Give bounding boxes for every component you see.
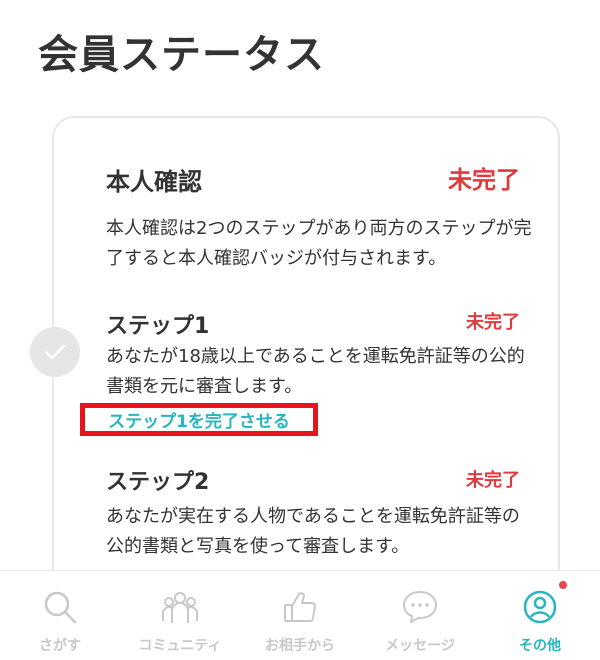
user-circle-icon bbox=[520, 587, 560, 627]
tab-label: コミュニティ bbox=[138, 638, 222, 654]
step1-description: あなたが18歳以上であることを運転免許証等の公的書類を元に審査します。 bbox=[106, 346, 525, 397]
message-icon bbox=[400, 587, 440, 627]
thumbs-up-icon bbox=[280, 587, 320, 627]
step1-status-badge: 未完了 bbox=[466, 312, 520, 333]
complete-step1-link[interactable]: ステップ1を完了させる bbox=[80, 403, 318, 436]
notification-badge bbox=[558, 580, 568, 590]
step2-title: ステップ2 bbox=[106, 470, 210, 495]
step1-title: ステップ1 bbox=[106, 314, 210, 339]
community-icon bbox=[160, 587, 200, 627]
tab-label: お相手から bbox=[265, 638, 335, 654]
tab-community[interactable]: コミュニティ bbox=[120, 571, 240, 660]
tab-label: さがす bbox=[39, 638, 81, 654]
tab-from-partner[interactable]: お相手から bbox=[240, 571, 360, 660]
bottom-tab-bar: さがす コミュニティ お相手から メッセージ その他 bbox=[0, 570, 600, 660]
tab-label: その他 bbox=[519, 638, 561, 654]
step1-check-icon bbox=[30, 327, 80, 377]
verification-description: 本人確認は2つのステップがあり両方のステップが完了すると本人確認バッジが付与され… bbox=[106, 218, 532, 269]
page-title: 会員ステータス bbox=[38, 32, 325, 78]
step2-status-badge: 未完了 bbox=[466, 470, 520, 491]
tab-messages[interactable]: メッセージ bbox=[360, 571, 480, 660]
tab-other[interactable]: その他 bbox=[480, 571, 600, 660]
verification-title: 本人確認 bbox=[106, 168, 202, 196]
tab-search[interactable]: さがす bbox=[0, 571, 120, 660]
tab-label: メッセージ bbox=[385, 638, 455, 654]
search-icon bbox=[40, 587, 80, 627]
step2-description: あなたが実在する人物であることを運転免許証等の公的書類と写真を使って審査します。 bbox=[106, 506, 520, 557]
verification-status-badge: 未完了 bbox=[448, 166, 520, 194]
